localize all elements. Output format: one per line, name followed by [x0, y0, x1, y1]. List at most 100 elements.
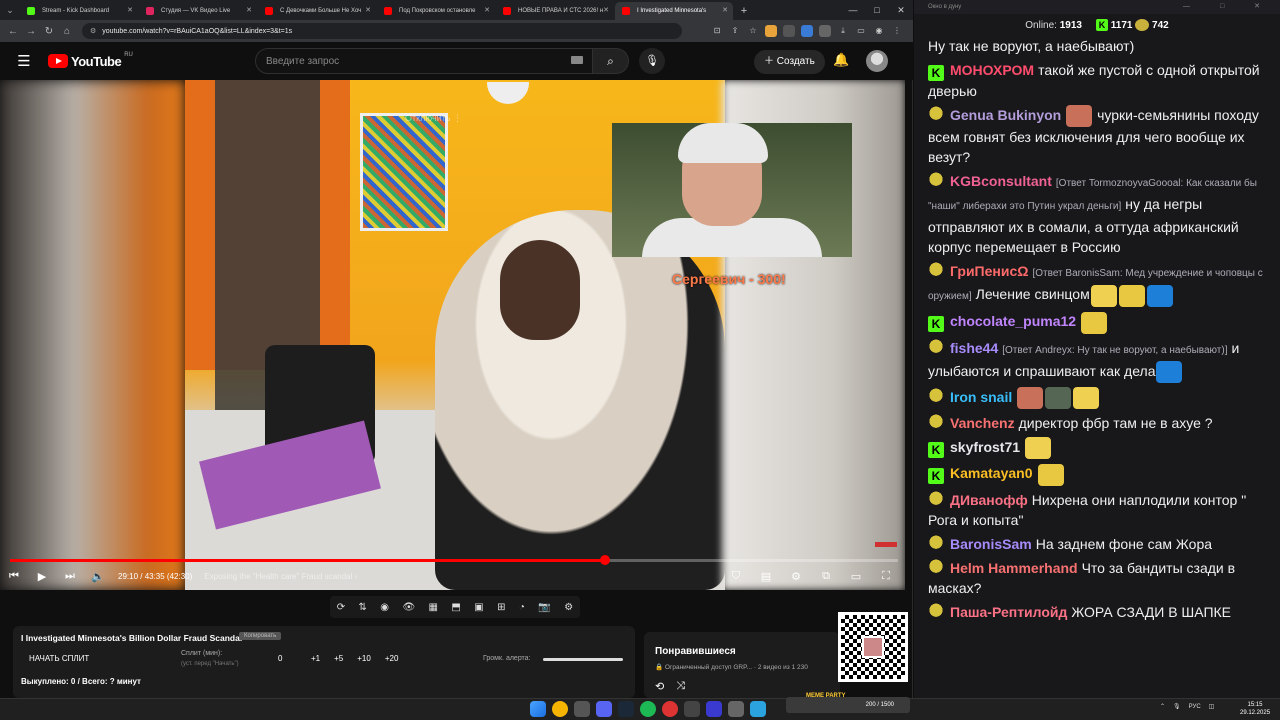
- alert-volume-slider[interactable]: [543, 658, 623, 661]
- chat-username[interactable]: ДИванофф: [950, 492, 1028, 508]
- split-plus-5-button[interactable]: +5: [334, 654, 343, 663]
- tab-close-icon[interactable]: ✕: [603, 2, 609, 20]
- new-tab-button[interactable]: +: [734, 2, 754, 20]
- forward-icon[interactable]: →: [22, 26, 40, 37]
- notifications-icon[interactable]: 🔔: [833, 52, 849, 68]
- avatar[interactable]: [866, 50, 888, 72]
- chat-username[interactable]: Паша-Рептилойд: [950, 604, 1067, 620]
- menu-icon[interactable]: ☰: [0, 52, 48, 70]
- settings-icon[interactable]: ⚙: [783, 570, 809, 583]
- chat-window-controls[interactable]: — □ ✕: [1183, 0, 1274, 14]
- shuffle-icon[interactable]: ⤨: [676, 680, 685, 693]
- tab-4[interactable]: НОВЫЕ ПРАВА И СТС 2026! н ✕: [496, 2, 614, 20]
- subtitles-icon[interactable]: ▤: [753, 570, 779, 583]
- start-split-button[interactable]: НАЧАТЬ СПЛИТ: [29, 654, 89, 663]
- extension-icon[interactable]: [819, 25, 831, 37]
- browser-app-icon[interactable]: [552, 701, 568, 717]
- split-plus-10-button[interactable]: +10: [357, 654, 371, 663]
- site-info-icon[interactable]: ⚙: [90, 27, 96, 35]
- loop-icon[interactable]: ⟳: [337, 602, 345, 613]
- sort-icon[interactable]: ⇅: [359, 602, 367, 613]
- download-icon[interactable]: ⤓: [837, 25, 849, 37]
- chat-username[interactable]: Helm Hammerhand: [950, 560, 1078, 576]
- menu-icon[interactable]: ⋮: [891, 25, 903, 37]
- share-icon[interactable]: ⇪: [729, 25, 741, 37]
- chat-username[interactable]: chocolate_puma12: [950, 313, 1076, 329]
- tab-5[interactable]: I Investigated Minnesota's ✕: [615, 2, 733, 20]
- start-icon[interactable]: [530, 701, 546, 717]
- tab-3[interactable]: Под Покровском остановле ✕: [377, 2, 495, 20]
- install-icon[interactable]: ⊡: [711, 25, 723, 37]
- mute-overlay-button[interactable]: Отключить ⋮: [405, 113, 462, 124]
- video-player[interactable]: Сергеевич - 300! Отключить ⋮ ⏮ ▶ ⏭ 🔈 29:…: [0, 80, 905, 590]
- url-field[interactable]: ⚙ youtube.com/watch?v=rBAuiCA1aOQ&list=L…: [82, 23, 682, 39]
- microphone-icon[interactable]: 🎙: [1173, 703, 1181, 710]
- tab-close-icon[interactable]: ✕: [246, 2, 252, 20]
- tab-1[interactable]: Студия — VK Видео Live ✕: [139, 2, 257, 20]
- progress-bar[interactable]: [10, 555, 898, 565]
- volume-icon[interactable]: 🔈: [84, 570, 112, 583]
- discord-icon[interactable]: [596, 701, 612, 717]
- chat-username[interactable]: skyfrost71: [950, 439, 1020, 455]
- profile-icon[interactable]: ◉: [873, 25, 885, 37]
- chat-username[interactable]: fishe44: [950, 340, 998, 356]
- steam-icon[interactable]: [618, 701, 634, 717]
- extension-icon[interactable]: [801, 25, 813, 37]
- shield-icon[interactable]: ⛉: [723, 570, 749, 583]
- tab-close-icon[interactable]: ✕: [365, 2, 371, 20]
- play-icon[interactable]: ▶: [28, 570, 56, 583]
- picture-icon[interactable]: ⬒: [451, 602, 460, 613]
- keyboard-icon[interactable]: [571, 56, 583, 64]
- chat-username[interactable]: Genua Bukinyon: [950, 107, 1061, 123]
- chat-username[interactable]: МОНОХРОМ: [950, 62, 1034, 78]
- star-icon[interactable]: ☆: [747, 25, 759, 37]
- chat-username[interactable]: ГриПенисΩ: [950, 263, 1028, 279]
- speed-icon[interactable]: ◔: [519, 602, 525, 613]
- back-icon[interactable]: ←: [4, 26, 22, 37]
- miniplayer-icon[interactable]: ⧉: [813, 570, 839, 583]
- add-icon[interactable]: ⊞: [497, 602, 505, 613]
- sidebar-icon[interactable]: ▭: [855, 25, 867, 37]
- home-icon[interactable]: ⌂: [58, 26, 76, 37]
- copy-button[interactable]: Копировать: [239, 632, 282, 640]
- progress-knob[interactable]: [599, 555, 610, 565]
- app-icon[interactable]: [574, 701, 590, 717]
- chat-username[interactable]: BaronisSam: [950, 536, 1032, 552]
- split-plus-1-button[interactable]: +1: [311, 654, 320, 663]
- clock[interactable]: 15:15 29.12.2025: [1240, 701, 1270, 717]
- minimize-icon[interactable]: —: [841, 0, 865, 20]
- language-indicator[interactable]: РУС: [1189, 704, 1201, 710]
- app-icon[interactable]: [684, 701, 700, 717]
- camera-icon[interactable]: 📷: [538, 602, 550, 613]
- extension-icon[interactable]: [765, 25, 777, 37]
- search-input[interactable]: [255, 48, 593, 74]
- spotify-icon[interactable]: [640, 701, 656, 717]
- microphone-icon[interactable]: 🎙: [639, 48, 665, 74]
- previous-icon[interactable]: ⏮: [0, 570, 28, 583]
- tab-close-icon[interactable]: ✕: [484, 2, 490, 20]
- chat-username[interactable]: Vanchenz: [950, 415, 1015, 431]
- app-icon[interactable]: [728, 701, 744, 717]
- film-icon[interactable]: ▦: [429, 602, 438, 613]
- chapter-title[interactable]: Exposing the "Health care" Fraud scandal…: [204, 572, 357, 581]
- tab-0[interactable]: Stream - Kick Dashboard ✕: [20, 2, 138, 20]
- tab-close-icon[interactable]: ✕: [127, 2, 133, 20]
- maximize-icon[interactable]: □: [865, 0, 889, 20]
- eye-icon[interactable]: 👁: [402, 602, 415, 613]
- create-button[interactable]: ＋ Создать: [754, 50, 825, 74]
- frame-icon[interactable]: ▣: [474, 602, 483, 613]
- chat-username[interactable]: KGBconsultant: [950, 173, 1052, 189]
- search-icon[interactable]: ⌕: [593, 48, 629, 74]
- split-plus-20-button[interactable]: +20: [385, 654, 399, 663]
- youtube-logo[interactable]: YouTube RU: [48, 52, 133, 69]
- app-icon[interactable]: [662, 701, 678, 717]
- tab-2[interactable]: С Девочками Больше Не Хоч ✕: [258, 2, 376, 20]
- tab-close-icon[interactable]: ✕: [722, 2, 728, 20]
- playlist-title[interactable]: Понравившиеся: [655, 646, 736, 657]
- extension-icon[interactable]: [783, 25, 795, 37]
- tray-arrow-icon[interactable]: ⌃: [1160, 703, 1165, 710]
- telegram-icon[interactable]: [750, 701, 766, 717]
- gear-icon[interactable]: ⚙: [564, 602, 573, 613]
- chat-username[interactable]: Iron snail: [950, 389, 1012, 405]
- theater-icon[interactable]: ▭: [843, 570, 869, 583]
